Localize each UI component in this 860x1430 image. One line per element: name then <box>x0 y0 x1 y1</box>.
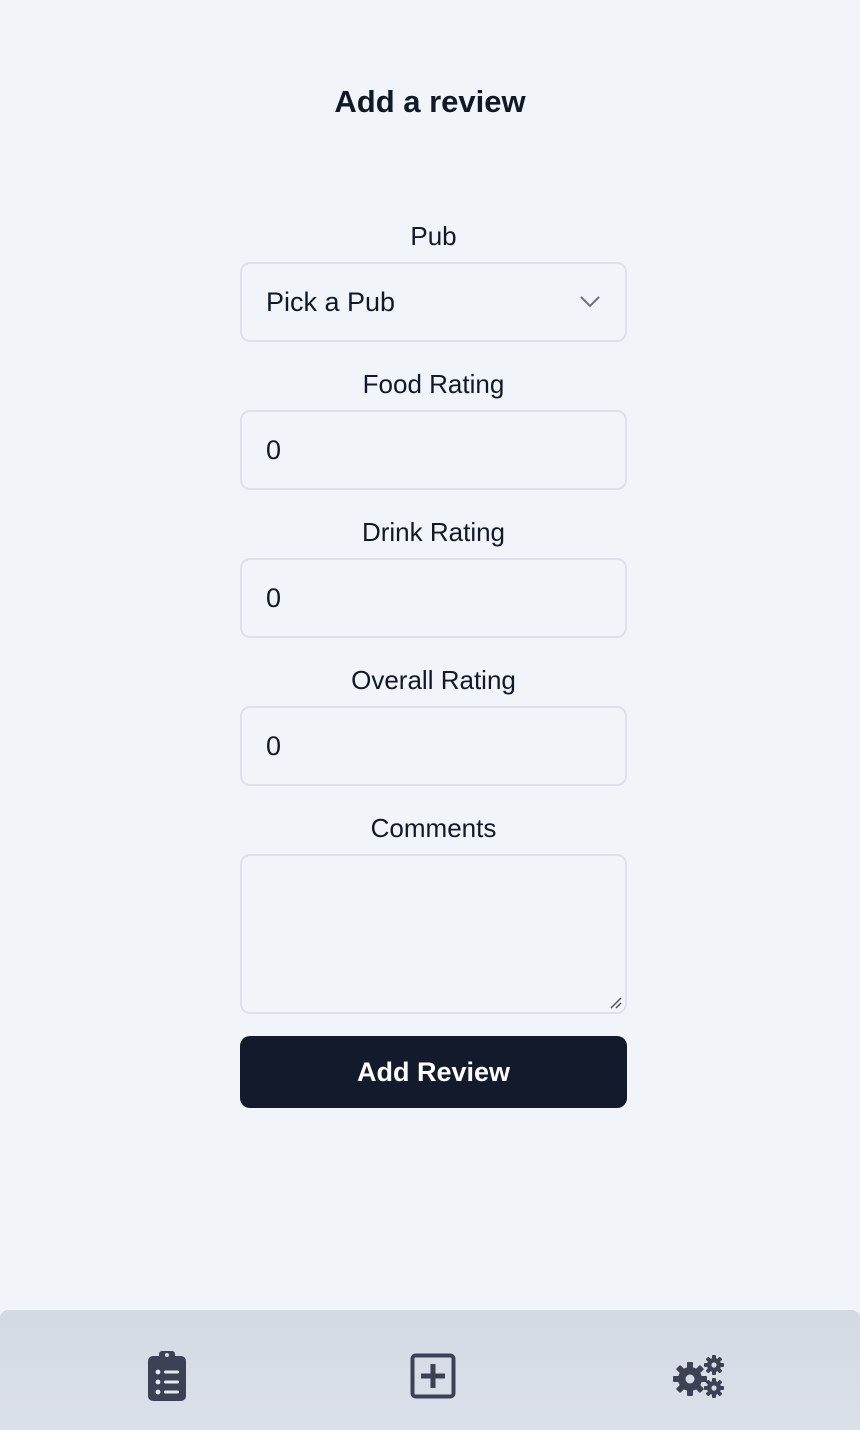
food-rating-label: Food Rating <box>362 369 505 399</box>
page-title: Add a review <box>334 84 526 119</box>
comments-field: Comments <box>240 808 627 1014</box>
drink-rating-field: Drink Rating 0 <box>240 512 627 638</box>
nav-add-review-button[interactable] <box>398 1346 468 1406</box>
bottom-nav <box>0 1310 860 1430</box>
pub-field: Pub Pick a Pub <box>240 216 627 342</box>
resize-handle-icon[interactable] <box>606 993 622 1009</box>
pub-select-value: Pick a Pub <box>266 286 396 317</box>
gears-icon <box>673 1355 724 1398</box>
overall-rating-input[interactable]: 0 <box>240 706 627 786</box>
add-review-page: Add a review Pub Pick a Pub Food Rating … <box>0 0 860 1430</box>
drink-rating-label: Drink Rating <box>361 517 506 547</box>
nav-reviews-button[interactable] <box>132 1346 202 1406</box>
chevron-down-icon <box>579 291 601 313</box>
nav-settings-button[interactable] <box>664 1346 734 1406</box>
overall-rating-value: 0 <box>266 730 282 761</box>
comments-textarea[interactable] <box>240 854 627 1014</box>
pub-label: Pub <box>410 221 457 251</box>
food-rating-field: Food Rating 0 <box>240 364 627 490</box>
drink-rating-input[interactable]: 0 <box>240 558 627 638</box>
plus-square-icon <box>410 1353 456 1399</box>
pub-select[interactable]: Pick a Pub <box>240 262 627 342</box>
add-review-button[interactable]: Add Review <box>240 1036 627 1108</box>
drink-rating-value: 0 <box>266 582 282 613</box>
food-rating-input[interactable]: 0 <box>240 410 627 490</box>
review-form: Pub Pick a Pub Food Rating 0 Drink Ratin… <box>240 216 627 1108</box>
food-rating-value: 0 <box>266 434 282 465</box>
comments-label: Comments <box>370 813 497 843</box>
overall-rating-field: Overall Rating 0 <box>240 660 627 786</box>
overall-rating-label: Overall Rating <box>351 665 516 695</box>
clipboard-list-icon <box>148 1351 186 1401</box>
